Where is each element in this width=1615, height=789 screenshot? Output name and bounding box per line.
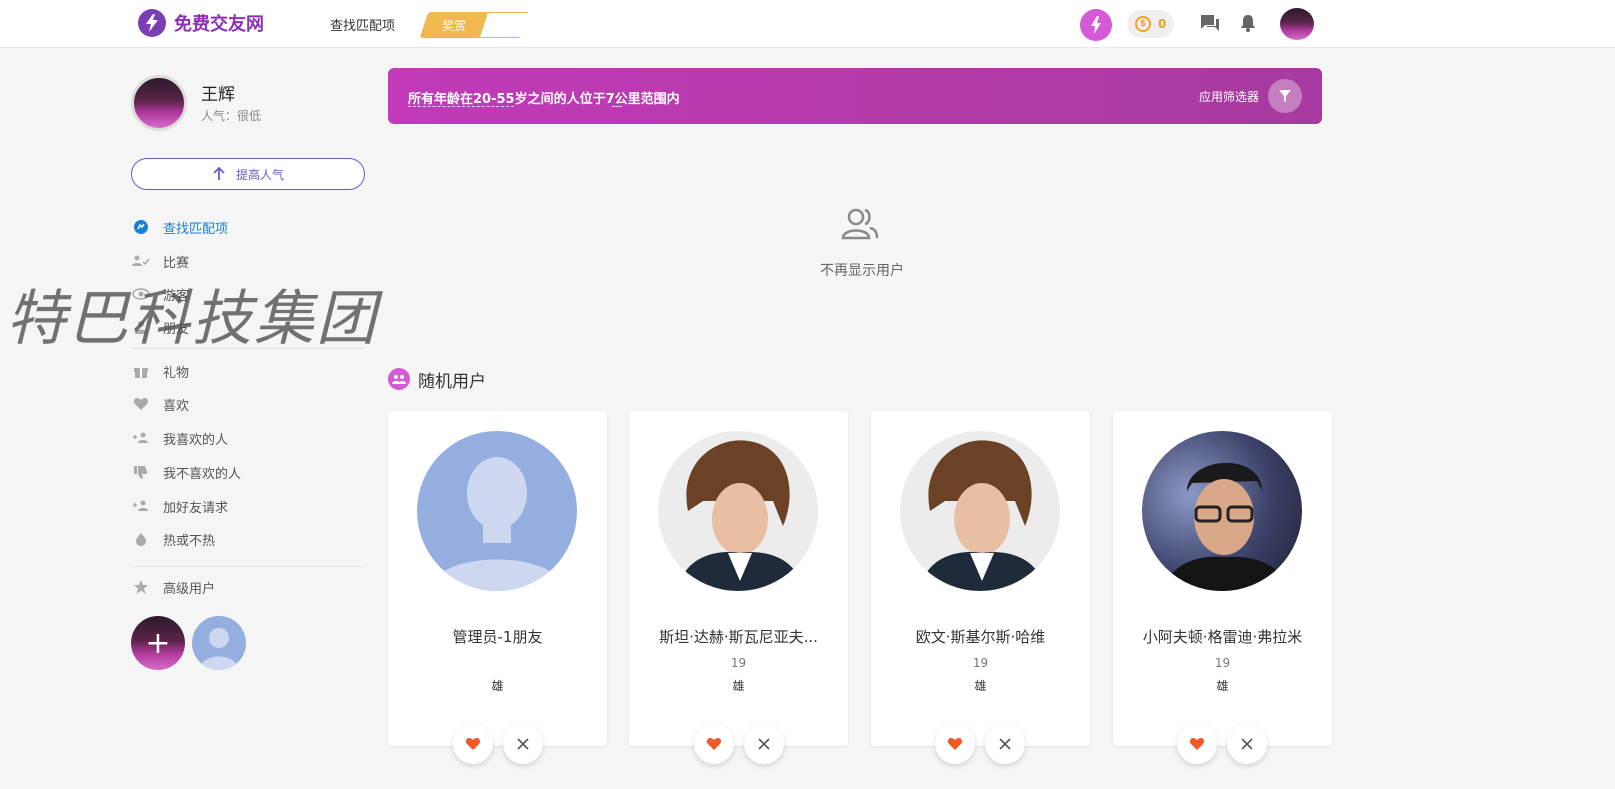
sidebar-item-label: 比赛 [163, 255, 190, 271]
user-photo[interactable] [1142, 431, 1302, 591]
user-gender: 雄 [732, 679, 745, 693]
top-header: 免费交友网 查找匹配项 奖赏 $ 0 [0, 0, 1615, 48]
sidebar-item-people-disliked[interactable]: 我不喜欢的人 [131, 461, 241, 483]
user-name[interactable]: 欧文·斯基尔斯·哈维 [877, 626, 1084, 647]
sidebar-divider [131, 566, 365, 567]
sidebar-item-match[interactable]: 比赛 [131, 250, 189, 272]
sidebar-item-label: 礼物 [163, 365, 190, 381]
user-age: 19 [730, 656, 747, 670]
heart-icon [1189, 738, 1205, 750]
user-photo[interactable] [417, 431, 577, 591]
like-button[interactable] [1177, 724, 1217, 764]
user-gender: 雄 [974, 679, 987, 693]
nav-award[interactable]: 奖赏 [419, 12, 529, 38]
add-premium-button[interactable]: + [131, 616, 185, 670]
user-photo[interactable] [900, 431, 1060, 591]
lightning-logo-icon [138, 9, 166, 37]
sidebar-item-people-liked[interactable]: 我喜欢的人 [131, 427, 228, 449]
user-name[interactable]: 小阿夫顿·格雷迪·弗拉米 [1119, 626, 1326, 647]
profile-popularity: 人气：很低 [201, 109, 262, 123]
people-liked-icon [131, 428, 151, 448]
filter-banner[interactable]: 所有年龄在20-55岁之间的人位于7公里范围内 应用筛选器 [388, 68, 1322, 124]
sidebar-item-gifts[interactable]: 礼物 [131, 360, 189, 382]
profile-name[interactable]: 王辉 [201, 80, 235, 105]
sidebar-item-hot-or-not[interactable]: 热或不热 [131, 528, 215, 550]
heart-icon [947, 738, 963, 750]
heart-icon [465, 738, 481, 750]
sidebar-item-premium-users[interactable]: 高级用户 [131, 576, 215, 598]
close-icon [999, 738, 1011, 750]
user-gender: 雄 [1216, 679, 1229, 693]
boost-popularity-label: 提高人气 [235, 167, 284, 182]
add-friend-icon [131, 496, 151, 516]
dislike-button[interactable] [1227, 724, 1267, 764]
close-icon [1241, 738, 1253, 750]
empty-state-text: 不再显示用户 [820, 263, 904, 279]
plus-icon: + [145, 625, 171, 661]
close-icon [517, 738, 529, 750]
arrow-up-icon [213, 167, 225, 180]
header-user-avatar[interactable] [1280, 8, 1314, 40]
user-gender: 雄 [491, 679, 504, 693]
like-button[interactable] [935, 724, 975, 764]
user-card[interactable]: 欧文·斯基尔斯·哈维 19 雄 [871, 411, 1090, 746]
star-icon [131, 577, 151, 597]
boost-lightning-icon[interactable] [1080, 9, 1112, 41]
gift-icon [131, 361, 151, 381]
messages-icon[interactable] [1200, 14, 1220, 36]
nav-award-label: 奖赏 [442, 19, 467, 33]
sidebar-item-likes[interactable]: 喜欢 [131, 393, 189, 415]
sidebar-item-find-matches[interactable]: 查找匹配项 [131, 216, 228, 238]
credits-badge[interactable]: $ 0 [1127, 10, 1174, 38]
site-logo[interactable]: 免费交友网 [138, 9, 264, 37]
filter-summary[interactable]: 所有年龄在20-55岁之间的人位于7公里范围内 [408, 88, 680, 107]
random-users-icon [388, 368, 410, 390]
sidebar-item-label: 查找匹配项 [163, 221, 229, 237]
nav-find-matches[interactable]: 查找匹配项 [330, 15, 395, 34]
sidebar-item-label: 热或不热 [163, 533, 216, 549]
sidebar-item-label: 我不喜欢的人 [163, 466, 242, 482]
user-age: 19 [972, 656, 989, 670]
fire-icon [131, 529, 151, 549]
user-card[interactable]: 斯坦·达赫·斯瓦尼亚夫... 19 雄 [629, 411, 848, 746]
dislike-button[interactable] [503, 724, 543, 764]
user-name[interactable]: 管理员-1朋友 [394, 626, 601, 647]
find-matches-icon [131, 217, 151, 237]
coin-icon: $ [1135, 16, 1151, 32]
profile-avatar[interactable] [131, 75, 187, 131]
site-name: 免费交友网 [174, 14, 264, 35]
apply-filter-label[interactable]: 应用筛选器 [1199, 88, 1259, 105]
premium-user-avatar[interactable] [192, 616, 246, 670]
like-button[interactable] [694, 724, 734, 764]
filter-funnel-icon[interactable] [1268, 79, 1302, 113]
user-photo[interactable] [658, 431, 818, 591]
match-icon [131, 251, 151, 271]
user-card[interactable]: 管理员-1朋友 雄 [388, 411, 607, 746]
thumb-down-icon [131, 462, 151, 482]
random-users-title: 随机用户 [418, 372, 486, 392]
sidebar-item-label: 喜欢 [163, 398, 190, 414]
sidebar-item-label: 高级用户 [163, 581, 216, 597]
boost-popularity-button[interactable]: 提高人气 [131, 158, 365, 190]
credits-count: 0 [1158, 17, 1167, 31]
close-icon [758, 738, 770, 750]
no-users-icon [840, 208, 880, 244]
dislike-button[interactable] [744, 724, 784, 764]
sidebar-item-label: 加好友请求 [163, 500, 229, 516]
heart-icon [706, 738, 722, 750]
watermark-text: 特巴科技集团 [6, 284, 378, 354]
like-button[interactable] [453, 724, 493, 764]
heart-icon [131, 394, 151, 414]
user-age: 19 [1214, 656, 1231, 670]
notifications-bell-icon[interactable] [1238, 13, 1258, 37]
sidebar-item-friend-requests[interactable]: 加好友请求 [131, 495, 228, 517]
user-card[interactable]: 小阿夫顿·格雷迪·弗拉米 19 雄 [1113, 411, 1332, 746]
dislike-button[interactable] [985, 724, 1025, 764]
sidebar-item-label: 我喜欢的人 [163, 432, 229, 448]
user-name[interactable]: 斯坦·达赫·斯瓦尼亚夫... [635, 626, 842, 647]
